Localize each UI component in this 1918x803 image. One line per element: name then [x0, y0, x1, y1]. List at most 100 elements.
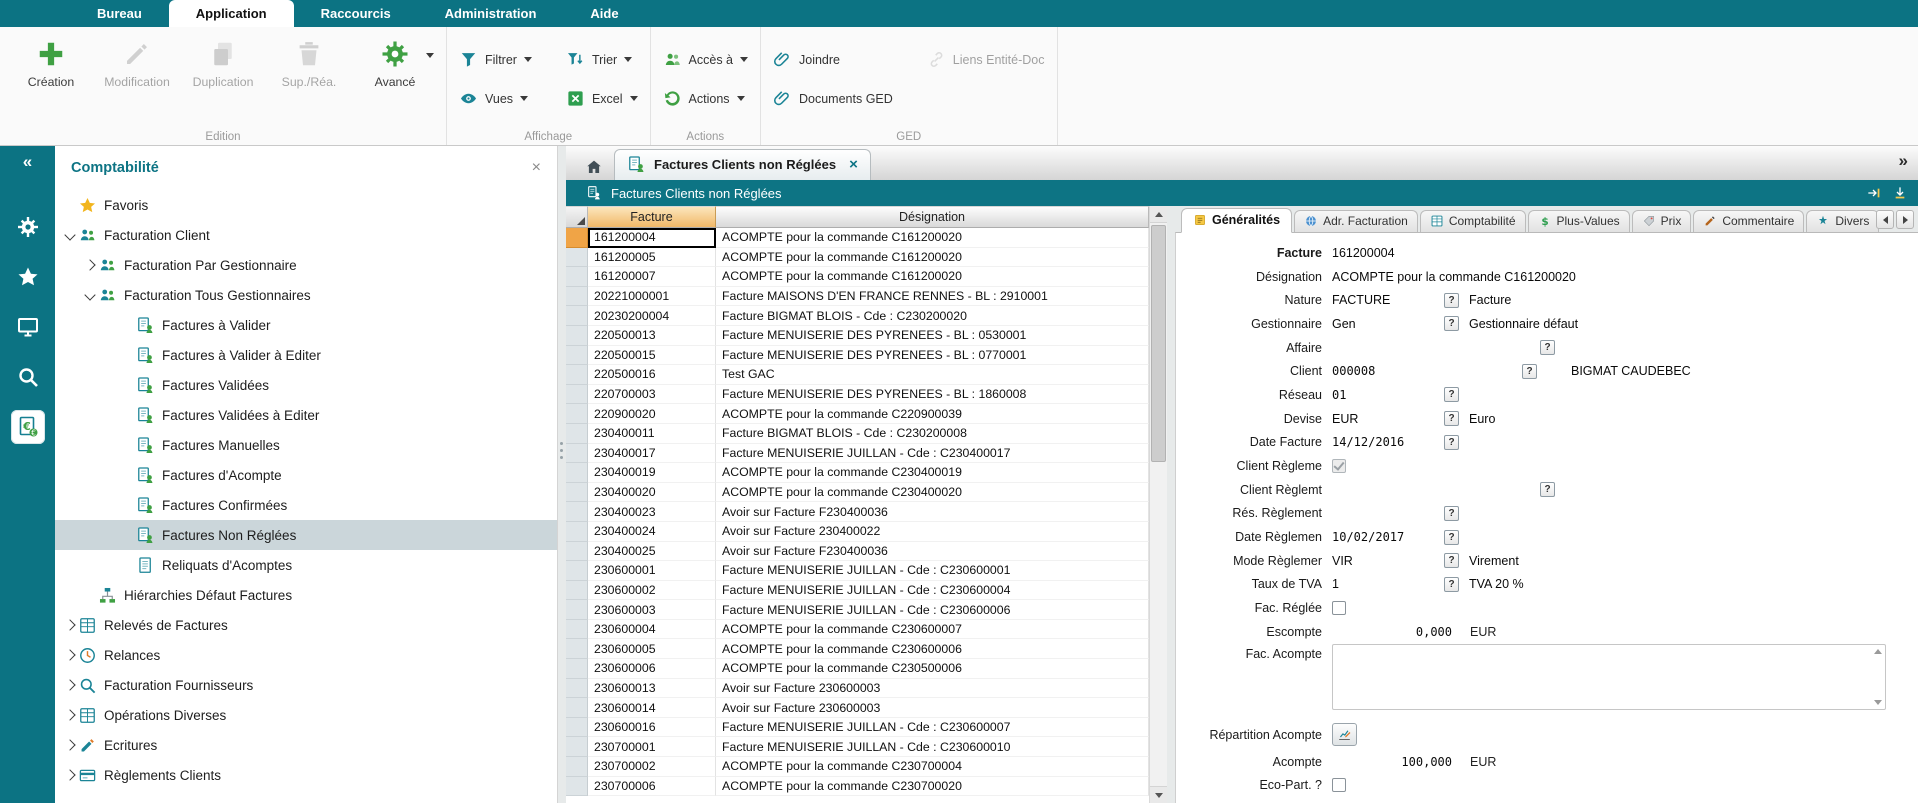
ribbon-trier-button[interactable]: Trier [566, 50, 638, 69]
scrollbar-thumb[interactable] [1151, 225, 1166, 462]
detail-tab-adr-facturation[interactable]: Adr. Facturation [1294, 210, 1418, 232]
help-button[interactable]: ? [1444, 293, 1459, 308]
detail-tab-plus-values[interactable]: $Plus-Values [1528, 210, 1630, 232]
menu-application[interactable]: Application [169, 0, 294, 27]
help-button[interactable]: ? [1540, 482, 1555, 497]
row-gutter[interactable] [566, 365, 588, 385]
column-header-gutter[interactable] [566, 206, 588, 228]
help-button[interactable]: ? [1444, 411, 1459, 426]
table-row[interactable]: 230600013Avoir sur Facture 230600003 [566, 679, 1149, 699]
detail-splitter[interactable] [1167, 206, 1175, 803]
tree-item-factures-manuelles[interactable]: Factures Manuelles [55, 430, 557, 460]
table-row[interactable]: 230600014Avoir sur Facture 230600003 [566, 698, 1149, 718]
row-gutter[interactable] [566, 248, 588, 268]
field-value[interactable]: VIR [1332, 552, 1444, 570]
ribbon-actions-button[interactable]: Actions [663, 89, 748, 108]
table-row[interactable]: 230600004ACOMPTE pour la commande C23060… [566, 620, 1149, 640]
help-button[interactable]: ? [1444, 316, 1459, 331]
collapse-sidebar-button[interactable]: « [23, 152, 32, 172]
field-value[interactable]: 100,000 [1332, 753, 1452, 771]
checkbox[interactable] [1332, 601, 1346, 615]
field-value[interactable]: ACOMPTE pour la commande C161200020 [1332, 268, 1576, 286]
rail-item-settings[interactable] [11, 210, 45, 244]
tabs-scroll-right-button[interactable] [1896, 210, 1914, 229]
chevron-down-icon[interactable] [64, 229, 75, 240]
row-gutter[interactable] [566, 620, 588, 640]
chevron-right-icon[interactable] [84, 259, 95, 270]
table-row[interactable]: 230400025Avoir sur Facture F230400036 [566, 542, 1149, 562]
tree-item-hierarchies-defaut-factures[interactable]: Hiérarchies Défaut Factures [55, 580, 557, 610]
detail-tab-prix[interactable]: Prix [1632, 210, 1692, 232]
table-row[interactable]: 161200004ACOMPTE pour la commande C16120… [566, 228, 1149, 248]
tab-close-button[interactable]: × [849, 157, 858, 172]
field-value[interactable]: 0,000 [1332, 623, 1452, 641]
chevron-right-icon[interactable] [64, 619, 75, 630]
field-value[interactable]: EUR [1332, 410, 1444, 428]
table-row[interactable]: 230700001Facture MENUISERIE JUILLAN - Cd… [566, 737, 1149, 757]
table-row[interactable]: 161200007ACOMPTE pour la commande C16120… [566, 267, 1149, 287]
row-gutter[interactable] [566, 267, 588, 287]
column-header-designation[interactable]: Désignation [716, 206, 1149, 228]
tree-item-reglements-clients[interactable]: Règlements Clients [55, 760, 557, 790]
row-gutter[interactable] [566, 502, 588, 522]
table-row[interactable]: 220500013Facture MENUISERIE DES PYRENEES… [566, 326, 1149, 346]
row-gutter[interactable] [566, 346, 588, 366]
tree-item-factures-a-valider[interactable]: Factures à Valider [55, 310, 557, 340]
table-row[interactable]: 220900020ACOMPTE pour la commande C22090… [566, 404, 1149, 424]
tree-item-relances[interactable]: Relances [55, 640, 557, 670]
help-button[interactable]: ? [1444, 530, 1459, 545]
row-gutter[interactable] [566, 522, 588, 542]
goto-end-icon[interactable] [1866, 185, 1882, 201]
field-textarea[interactable] [1332, 644, 1886, 710]
help-button[interactable]: ? [1444, 387, 1459, 402]
row-gutter[interactable] [566, 561, 588, 581]
tree-item-reliquats-d-acomptes[interactable]: Reliquats d'Acomptes [55, 550, 557, 580]
tree-item-facturation-tous-gestionnaires[interactable]: Facturation Tous Gestionnaires [55, 280, 557, 310]
table-row[interactable]: 161200005ACOMPTE pour la commande C16120… [566, 248, 1149, 268]
help-button[interactable]: ? [1444, 506, 1459, 521]
scroll-down-icon[interactable] [1874, 700, 1882, 705]
tabs-scroll-left-button[interactable] [1876, 210, 1894, 229]
row-gutter[interactable] [566, 424, 588, 444]
menu-raccourcis[interactable]: Raccourcis [294, 0, 418, 27]
chevron-right-icon[interactable] [64, 769, 75, 780]
chevron-right-icon[interactable] [64, 709, 75, 720]
row-gutter[interactable] [566, 581, 588, 601]
detail-tab-generalites[interactable]: Généralités [1181, 208, 1292, 233]
row-gutter[interactable] [566, 600, 588, 620]
row-gutter[interactable] [566, 718, 588, 738]
ribbon-excel-button[interactable]: Excel [566, 89, 638, 108]
table-row[interactable]: 220500016Test GAC [566, 365, 1149, 385]
table-row[interactable]: 230600001Facture MENUISERIE JUILLAN - Cd… [566, 561, 1149, 581]
tree-item-factures-validees[interactable]: Factures Validées [55, 370, 557, 400]
tree-item-facturation-par-gestionnaire[interactable]: Facturation Par Gestionnaire [55, 250, 557, 280]
tree-item-factures-confirmees[interactable]: Factures Confirmées [55, 490, 557, 520]
help-button[interactable]: ? [1444, 553, 1459, 568]
panel-close-button[interactable]: × [532, 160, 541, 176]
table-row[interactable]: 230400019ACOMPTE pour la commande C23040… [566, 463, 1149, 483]
table-row[interactable]: 20221000001Facture MAISONS D'EN FRANCE R… [566, 287, 1149, 307]
row-gutter[interactable] [566, 306, 588, 326]
tree-item-factures-a-valider-a-editer[interactable]: Factures à Valider à Editer [55, 340, 557, 370]
field-value[interactable]: 01 [1332, 386, 1444, 404]
chevron-right-icon[interactable] [64, 739, 75, 750]
rail-item-invoices[interactable]: €€ [11, 410, 45, 444]
tree-item-ecritures[interactable]: Ecritures [55, 730, 557, 760]
table-scrollbar[interactable] [1149, 206, 1167, 803]
tab-factures-clients-non-reglees[interactable]: Factures Clients non Réglées × [614, 149, 871, 180]
ribbon-creation-button[interactable]: Création [12, 31, 90, 89]
tree-item-favoris[interactable]: Favoris [55, 190, 557, 220]
table-row[interactable]: 230400011Facture BIGMAT BLOIS - Cde : C2… [566, 424, 1149, 444]
help-button[interactable]: ? [1444, 435, 1459, 450]
row-gutter[interactable] [566, 326, 588, 346]
row-gutter[interactable] [566, 404, 588, 424]
scrollbar-up-button[interactable] [1150, 206, 1167, 223]
field-value[interactable]: FACTURE [1332, 291, 1444, 309]
table-row[interactable]: 230600002Facture MENUISERIE JUILLAN - Cd… [566, 581, 1149, 601]
table-row[interactable]: 220700003Facture MENUISERIE DES PYRENEES… [566, 385, 1149, 405]
row-gutter[interactable] [566, 777, 588, 797]
chevron-right-icon[interactable] [64, 679, 75, 690]
row-gutter[interactable] [566, 542, 588, 562]
tree-item-releves-de-factures[interactable]: Relevés de Factures [55, 610, 557, 640]
field-value[interactable]: Gen [1332, 315, 1444, 333]
